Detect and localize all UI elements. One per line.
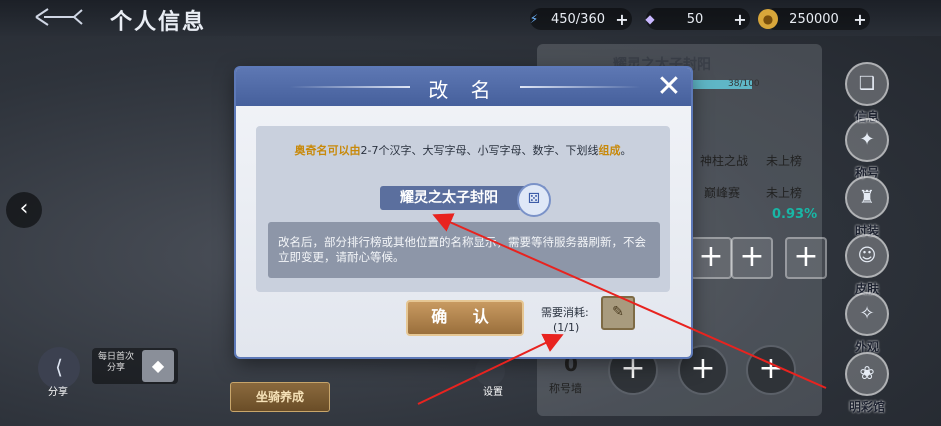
skin-icon: ☺ <box>845 234 889 278</box>
add-slot-button[interactable]: + <box>690 237 732 279</box>
random-name-icon[interactable]: ⚄ <box>517 183 551 217</box>
add-coin-button[interactable]: + <box>850 10 870 29</box>
cost-label: 需要消耗: <box>541 306 589 319</box>
side-item-skin[interactable]: ☺ 皮肤 <box>842 234 892 296</box>
rename-card-icon: ✎ <box>601 296 635 330</box>
gallery-icon: ❀ <box>845 352 889 396</box>
add-slot-button[interactable]: + <box>731 237 773 279</box>
settings-label: 设置 <box>483 387 503 398</box>
diamond-resource: ◆ 50 + <box>645 8 750 30</box>
exp-text: 38/100 <box>728 79 760 89</box>
rank-percent: 0.93% <box>772 207 818 222</box>
coin-resource: ● 250000 + <box>758 8 870 30</box>
name-rule-text: 奥奇名可以由2-7个汉字、大写字母、小写字母、数字、下划线组成。 <box>266 143 660 158</box>
outfit-icon: ♜ <box>845 176 889 220</box>
rank-name: 巅峰赛 <box>704 186 741 200</box>
side-item-appearance[interactable]: ✧ 外观 <box>842 292 892 354</box>
rule-end: 。 <box>620 144 632 157</box>
settings-icon[interactable] <box>475 356 505 386</box>
book-icon: ❑ <box>845 62 889 106</box>
page-title: 个人信息 <box>110 9 207 35</box>
rule-prefix: 奥奇名可以由 <box>294 144 361 157</box>
diamond-value: 50 <box>686 11 704 27</box>
confirm-button[interactable]: 确 认 <box>406 300 524 336</box>
close-icon[interactable]: ✕ <box>654 70 684 104</box>
diamond-icon: ◆ <box>645 12 655 26</box>
daily-share-label: 每日首次分享 <box>97 352 134 373</box>
appearance-icon: ✧ <box>845 292 889 336</box>
side-item-title[interactable]: ✦ 称号 <box>842 118 892 180</box>
side-item-outfit[interactable]: ♜ 时装 <box>842 176 892 238</box>
previous-arrow-icon[interactable]: ‹ <box>6 192 42 228</box>
add-title-button[interactable]: + <box>746 345 796 395</box>
coin-value: 250000 <box>789 11 839 27</box>
title-wall-label[interactable]: 称号墙 <box>549 380 582 396</box>
rule-suffix: 组成 <box>598 144 621 157</box>
cost-count: (1/1) <box>553 321 580 334</box>
add-slot-button[interactable]: + <box>785 237 827 279</box>
share-label: 分享 <box>48 387 68 398</box>
energy-resource: ⚡ 450/360 + <box>530 8 632 30</box>
rule-body: 2-7个汉字、大写字母、小写字母、数字、下划线 <box>360 144 599 157</box>
add-diamond-button[interactable]: + <box>730 10 750 29</box>
notice-text: 改名后，部分排行榜或其他位置的名称显示，需要等待服务器刷新，不会立即变更，请耐心… <box>278 235 646 264</box>
back-logo-icon[interactable] <box>34 6 94 28</box>
dialog-title: 改 名 <box>428 78 499 102</box>
badge-icon: ✦ <box>845 118 889 162</box>
gem-reward-icon: ◆ <box>142 350 174 382</box>
side-item-label: 明彩馆 <box>848 400 885 414</box>
mount-training-button[interactable]: 坐骑养成 <box>230 382 330 412</box>
rank-status: 未上榜 <box>766 154 803 168</box>
coin-icon: ● <box>758 9 778 29</box>
energy-value: 450/360 <box>550 11 605 27</box>
lightning-icon: ⚡ <box>529 12 539 26</box>
rank-name: 神柱之战 <box>700 154 749 168</box>
rank-status: 未上榜 <box>766 186 803 200</box>
add-energy-button[interactable]: + <box>612 10 632 29</box>
side-item-info[interactable]: ❑ 信息 <box>842 62 892 124</box>
side-item-gallery[interactable]: ❀ 明彩馆 <box>842 352 892 414</box>
